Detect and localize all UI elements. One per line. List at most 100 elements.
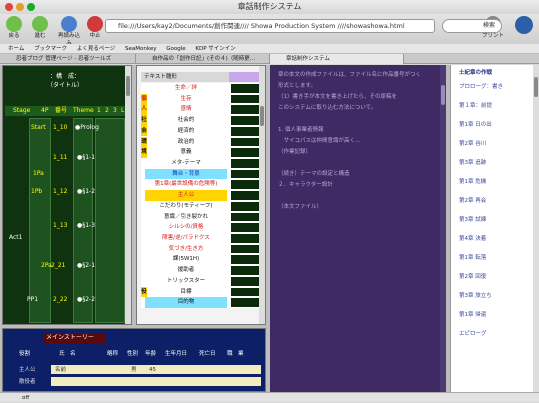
- template-row-fill: [231, 223, 259, 232]
- template-row[interactable]: 社社会的: [141, 115, 265, 126]
- stop-button[interactable]: 中止: [84, 16, 106, 40]
- header-number: 番号: [55, 107, 68, 114]
- template-row[interactable]: 援助者: [141, 265, 265, 275]
- template-row-fill: [231, 159, 259, 168]
- template-row[interactable]: 役目標: [141, 286, 265, 297]
- template-row-fill: [231, 94, 259, 104]
- template-row-label: 感情: [180, 106, 192, 113]
- template-row-fill: [231, 148, 259, 157]
- template-row[interactable]: 人感情: [141, 104, 265, 115]
- forward-button[interactable]: 進む: [29, 16, 51, 40]
- zoom-window-icon[interactable]: [27, 3, 35, 11]
- template-row[interactable]: 生命／絆: [141, 83, 265, 93]
- status-bar: off: [0, 392, 539, 402]
- template-row[interactable]: 気づき/生き方: [141, 244, 265, 254]
- frame-scrollbar[interactable]: [125, 66, 131, 324]
- frame-scrollbar[interactable]: [259, 66, 265, 324]
- bookmark-frequent[interactable]: よく見るページ: [77, 46, 115, 52]
- frame-scrollbar[interactable]: [440, 65, 446, 392]
- template-row-label: 経済的: [177, 127, 195, 134]
- template-row-fill: [231, 105, 259, 115]
- template-row-label: シルシの/資格: [168, 224, 204, 231]
- tab-bar: 忍者ブログ 管理ページ - 忍者ツールズ 自作品の「創作日記」(その４)（随時更…: [0, 54, 539, 64]
- character-column-headers: 役割 氏 名 略称 性別 年齢 生年月日 死亡日 職 業: [19, 351, 244, 357]
- tab-creation-diary[interactable]: 自作品の「創作日記」(その４)（随時更…: [136, 54, 270, 64]
- template-row[interactable]: 主人公: [141, 190, 265, 201]
- template-row-label: 第1章(最世設備の危険等): [154, 181, 218, 188]
- template-row[interactable]: 境意義: [141, 147, 265, 158]
- template-row[interactable]: シルシの/資格: [141, 222, 265, 232]
- bookmark-seamonkey[interactable]: SeaMonkey: [125, 46, 156, 52]
- document-line: このシステムに取り込む方法について。: [278, 105, 377, 111]
- outline-item[interactable]: 第１章：前提: [459, 102, 492, 110]
- outline-item[interactable]: 第3章 試練: [459, 216, 486, 224]
- back-button[interactable]: 戻る: [3, 16, 25, 40]
- outline-item[interactable]: 第2章 再会: [459, 197, 486, 205]
- bookmark-home[interactable]: ホーム: [8, 46, 24, 52]
- setting-template-frame: テキスト雛形 生命／絆個生存人感情社社会的会経済的環政治的境意義 メタ-テーマ 舞台…: [136, 65, 266, 325]
- character-row[interactable]: 主人公 名前 男 45: [3, 365, 265, 375]
- outline-item[interactable]: プロローグ：書き: [459, 83, 503, 91]
- template-row[interactable]: メタ-テーマ: [141, 158, 265, 168]
- header-stage: Stage: [13, 107, 31, 114]
- document-line: 章の本文の作成ファイルは、ファイル名に作品番号がつく: [278, 72, 422, 78]
- outline-item[interactable]: 第3章 追跡: [459, 159, 486, 167]
- episode-row[interactable]: 2Pa 2_21 ●§2-1: [5, 262, 126, 282]
- template-row-fill: [231, 298, 259, 307]
- outline-item[interactable]: エピローグ: [459, 330, 487, 338]
- search-button[interactable]: 検索: [442, 19, 502, 33]
- bookmark-kdp[interactable]: KDP サインイン: [195, 46, 235, 52]
- tab-showa-system[interactable]: 章話制作システム: [270, 54, 404, 64]
- outline-item[interactable]: 第1章 危機: [459, 178, 486, 186]
- minimize-window-icon[interactable]: [16, 3, 24, 11]
- template-row[interactable]: 個生存: [141, 93, 265, 105]
- template-row-fill: [231, 116, 259, 125]
- template-row[interactable]: 会経済的: [141, 125, 265, 137]
- template-row-fill: [231, 255, 259, 265]
- outline-item[interactable]: 第2章 谷川: [459, 140, 486, 148]
- template-row-label: 障害/逆/パラドクス: [162, 235, 210, 241]
- template-row-label: 意識／引き裂かれ: [163, 213, 208, 220]
- outline-item[interactable]: 第1章 日の出: [459, 121, 492, 129]
- stage-label-act1: Act1: [9, 234, 23, 241]
- outline-item[interactable]: 第3章 旅立ち: [459, 292, 492, 300]
- close-window-icon[interactable]: [5, 3, 13, 11]
- template-row[interactable]: こだわり(モティーフ): [141, 201, 265, 211]
- template-row-label: こだわり(モティーフ): [159, 202, 213, 209]
- outline-item[interactable]: 第2章 回復: [459, 273, 486, 281]
- template-row[interactable]: 課(5W1H): [141, 254, 265, 265]
- template-row-fill: [231, 180, 259, 190]
- outline-item[interactable]: 第1章 帰還: [459, 311, 486, 319]
- episode-row[interactable]: 1Pa: [5, 170, 126, 190]
- template-row[interactable]: 舞台・背景: [141, 168, 265, 180]
- theme-column: [73, 118, 93, 323]
- episode-row[interactable]: 1Pb 1_12 ●§1-2: [5, 188, 126, 208]
- template-row[interactable]: 意識／引き裂かれ: [141, 212, 265, 222]
- template-row-fill: [231, 201, 259, 211]
- template-row[interactable]: 環政治的: [141, 136, 265, 147]
- template-row-label: 生命／絆: [174, 85, 197, 91]
- seamonkey-logo: [513, 16, 535, 34]
- stop-icon: [87, 16, 103, 32]
- tab-ninja-blog[interactable]: 忍者ブログ 管理ページ - 忍者ツールズ: [0, 54, 136, 64]
- bookmark-google[interactable]: Google: [166, 46, 185, 52]
- document-line: 形式とします。: [278, 83, 316, 89]
- template-row-label: 主人公: [145, 190, 227, 201]
- character-row[interactable]: 敵役者: [3, 377, 265, 387]
- bookmark-bookmarks[interactable]: ブックマーク: [34, 46, 67, 52]
- template-row[interactable]: 障害/逆/パラドクス: [141, 233, 265, 243]
- outline-item[interactable]: 第1章 転落: [459, 254, 486, 262]
- template-row-fill: [231, 191, 259, 200]
- structure-title: ：構 成： （タイトル）: [46, 73, 83, 89]
- outline-item[interactable]: 第4章 決着: [459, 235, 486, 243]
- url-bar[interactable]: file:///Users/kay2/Documents/創作関連//// Sh…: [105, 19, 435, 33]
- frame-scrollbar[interactable]: [533, 65, 539, 392]
- template-row[interactable]: トリックスター: [141, 276, 265, 286]
- template-row[interactable]: 目的物: [141, 297, 265, 308]
- episode-row[interactable]: Start 1_10 ●Prolog: [5, 124, 126, 144]
- template-row-label: 政治的: [177, 138, 195, 145]
- template-row[interactable]: 第1章(最世設備の危険等): [141, 179, 265, 190]
- character-table-frame: メインストーリー 役割 氏 名 略称 性別 年齢 生年月日 死亡日 職 業 主人…: [2, 328, 266, 392]
- episode-row[interactable]: PP1 2_22 ●§2-2: [5, 296, 126, 316]
- template-row-label: 援助者: [177, 267, 195, 274]
